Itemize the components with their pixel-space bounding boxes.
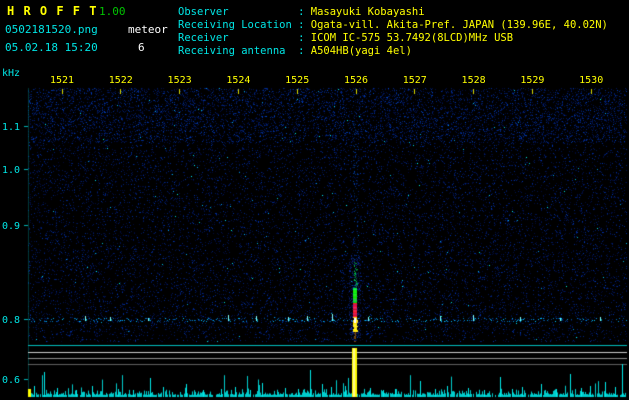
time-tick-label: 1528 bbox=[462, 75, 486, 86]
time-tick-label: 1523 bbox=[168, 75, 192, 86]
hrofft-screen: H R O F F T 1.00 0502181520.png meteor 0… bbox=[0, 0, 629, 400]
freq-tick-label: 0.6 bbox=[2, 375, 20, 386]
output-filename: 0502181520.png bbox=[5, 23, 98, 36]
station-info-row: Observer : Masayuki Kobayashi bbox=[178, 6, 608, 19]
station-info-value: Ogata-vill. Akita-Pref. JAPAN (139.96E, … bbox=[311, 19, 608, 31]
meteor-count: 6 bbox=[138, 41, 145, 54]
app-title: H R O F F T bbox=[7, 4, 97, 18]
station-info-label: Receiving Location : bbox=[178, 19, 311, 31]
freq-tick-label: 0.8 bbox=[2, 315, 20, 326]
time-tick-label: 1527 bbox=[403, 75, 427, 86]
time-tick-label: 1522 bbox=[109, 75, 133, 86]
station-info-value: Masayuki Kobayashi bbox=[311, 6, 425, 18]
station-info-label: Observer : bbox=[178, 6, 311, 18]
station-info: Observer : Masayuki KobayashiReceiving L… bbox=[178, 6, 608, 58]
app-version: 1.00 bbox=[99, 5, 126, 18]
freq-tick-label: 0.9 bbox=[2, 221, 20, 232]
freq-tick-label: 1.0 bbox=[2, 165, 20, 176]
time-tick-label: 1526 bbox=[344, 75, 368, 86]
time-tick-label: 1530 bbox=[579, 75, 603, 86]
station-info-label: Receiver : bbox=[178, 32, 311, 44]
time-tick-label: 1529 bbox=[520, 75, 544, 86]
freq-axis-unit: kHz bbox=[2, 68, 20, 79]
time-tick-label: 1521 bbox=[50, 75, 74, 86]
time-tick-label: 1525 bbox=[285, 75, 309, 86]
time-tick-label: 1524 bbox=[226, 75, 250, 86]
station-info-row: Receiver : ICOM IC-575 53.7492(8LCD)MHz … bbox=[178, 32, 608, 45]
mode-label: meteor bbox=[128, 23, 168, 36]
capture-datetime: 05.02.18 15:20 bbox=[5, 41, 98, 54]
station-info-row: Receiving Location : Ogata-vill. Akita-P… bbox=[178, 19, 608, 32]
station-info-value: A504HB(yagi 4el) bbox=[311, 45, 412, 57]
spectrogram-canvas bbox=[0, 0, 629, 400]
station-info-label: Receiving antenna : bbox=[178, 45, 311, 57]
station-info-row: Receiving antenna : A504HB(yagi 4el) bbox=[178, 45, 608, 58]
freq-tick-label: 1.1 bbox=[2, 122, 20, 133]
station-info-value: ICOM IC-575 53.7492(8LCD)MHz USB bbox=[311, 32, 513, 44]
